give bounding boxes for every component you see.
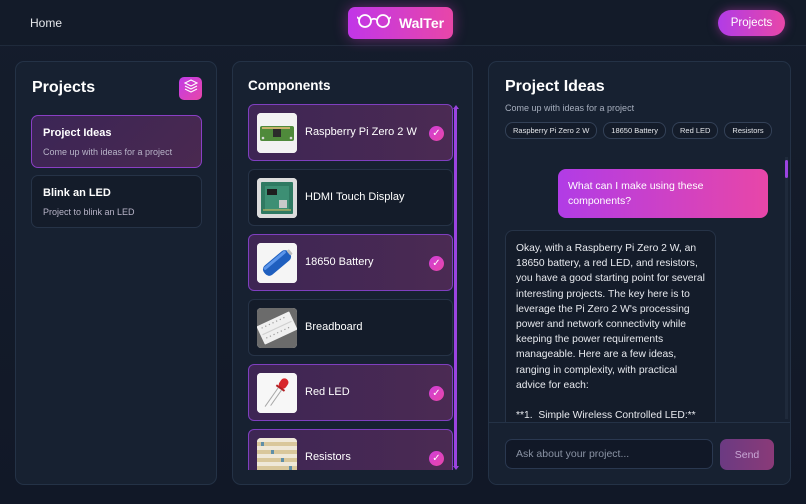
project-ideas-title: Project Ideas bbox=[505, 78, 605, 95]
component-item-raspberry-pi[interactable]: Raspberry Pi Zero 2 W ✓ bbox=[248, 104, 453, 161]
component-item-breadboard[interactable]: Breadboard bbox=[248, 299, 453, 356]
projects-panel-title: Projects bbox=[32, 79, 96, 96]
components-scrollbar[interactable] bbox=[454, 107, 457, 467]
component-name: Raspberry Pi Zero 2 W bbox=[305, 126, 417, 138]
scroll-down-arrow[interactable] bbox=[453, 466, 459, 470]
component-item-hdmi-touch-display[interactable]: HDMI Touch Display bbox=[248, 169, 453, 226]
send-button[interactable]: Send bbox=[720, 439, 774, 470]
project-card-title: Project Ideas bbox=[43, 127, 112, 139]
project-card-subtitle: Project to blink an LED bbox=[43, 207, 135, 217]
check-icon: ✓ bbox=[429, 386, 444, 401]
component-item-18650-battery[interactable]: 18650 Battery ✓ bbox=[248, 234, 453, 291]
check-icon: ✓ bbox=[429, 256, 444, 271]
resistors-image bbox=[257, 438, 297, 470]
brand-logo[interactable]: WalTer bbox=[348, 7, 453, 39]
project-ideas-subtitle: Come up with ideas for a project bbox=[505, 103, 635, 113]
breadboard-image bbox=[257, 308, 297, 348]
components-panel: Components Raspberry Pi Zero 2 W ✓ HDMI … bbox=[232, 61, 473, 485]
components-list: Raspberry Pi Zero 2 W ✓ HDMI Touch Displ… bbox=[248, 104, 453, 470]
chat-scrollbar-thumb[interactable] bbox=[785, 160, 788, 178]
check-icon: ✓ bbox=[429, 451, 444, 466]
assistant-message: Okay, with a Raspberry Pi Zero 2 W, an 1… bbox=[505, 230, 716, 430]
project-card-title: Blink an LED bbox=[43, 187, 111, 199]
battery-image bbox=[257, 243, 297, 283]
chat-input[interactable] bbox=[505, 439, 713, 469]
projects-nav-button[interactable]: Projects bbox=[718, 10, 785, 36]
project-card-blink-an-led[interactable]: Blink an LED Project to blink an LED bbox=[31, 175, 202, 228]
component-chip: Raspberry Pi Zero 2 W bbox=[505, 122, 598, 139]
chat-composer: Send bbox=[489, 422, 790, 484]
projects-panel: Projects Project Ideas Come up with idea… bbox=[15, 61, 217, 485]
project-card-project-ideas[interactable]: Project Ideas Come up with ideas for a p… bbox=[31, 115, 202, 168]
component-name: Resistors bbox=[305, 451, 351, 463]
component-chips: Raspberry Pi Zero 2 W 18650 Battery Red … bbox=[505, 122, 772, 139]
component-item-resistors[interactable]: Resistors ✓ bbox=[248, 429, 453, 470]
red-led-image bbox=[257, 373, 297, 413]
component-name: Breadboard bbox=[305, 321, 363, 333]
check-icon: ✓ bbox=[429, 126, 444, 141]
components-panel-title: Components bbox=[248, 78, 331, 93]
home-link[interactable]: Home bbox=[30, 16, 62, 30]
touch-display-image bbox=[257, 178, 297, 218]
chat-scrollbar-track[interactable] bbox=[785, 157, 788, 419]
glasses-icon bbox=[356, 13, 392, 34]
top-navbar: Home WalTer Projects bbox=[0, 0, 806, 46]
layers-icon bbox=[183, 79, 198, 98]
component-chip: Resistors bbox=[724, 122, 772, 139]
user-message: What can I make using these components? bbox=[558, 169, 768, 218]
component-name: 18650 Battery bbox=[305, 256, 374, 268]
raspberry-pi-image bbox=[257, 113, 297, 153]
component-item-red-led[interactable]: Red LED ✓ bbox=[248, 364, 453, 421]
component-chip: 18650 Battery bbox=[603, 122, 666, 139]
component-name: HDMI Touch Display bbox=[305, 191, 405, 203]
project-ideas-panel: Project Ideas Come up with ideas for a p… bbox=[488, 61, 791, 485]
component-name: Red LED bbox=[305, 386, 350, 398]
project-card-subtitle: Come up with ideas for a project bbox=[43, 147, 173, 157]
brand-name: WalTer bbox=[398, 15, 445, 31]
layers-button[interactable] bbox=[179, 77, 202, 100]
component-chip: Red LED bbox=[671, 122, 719, 139]
